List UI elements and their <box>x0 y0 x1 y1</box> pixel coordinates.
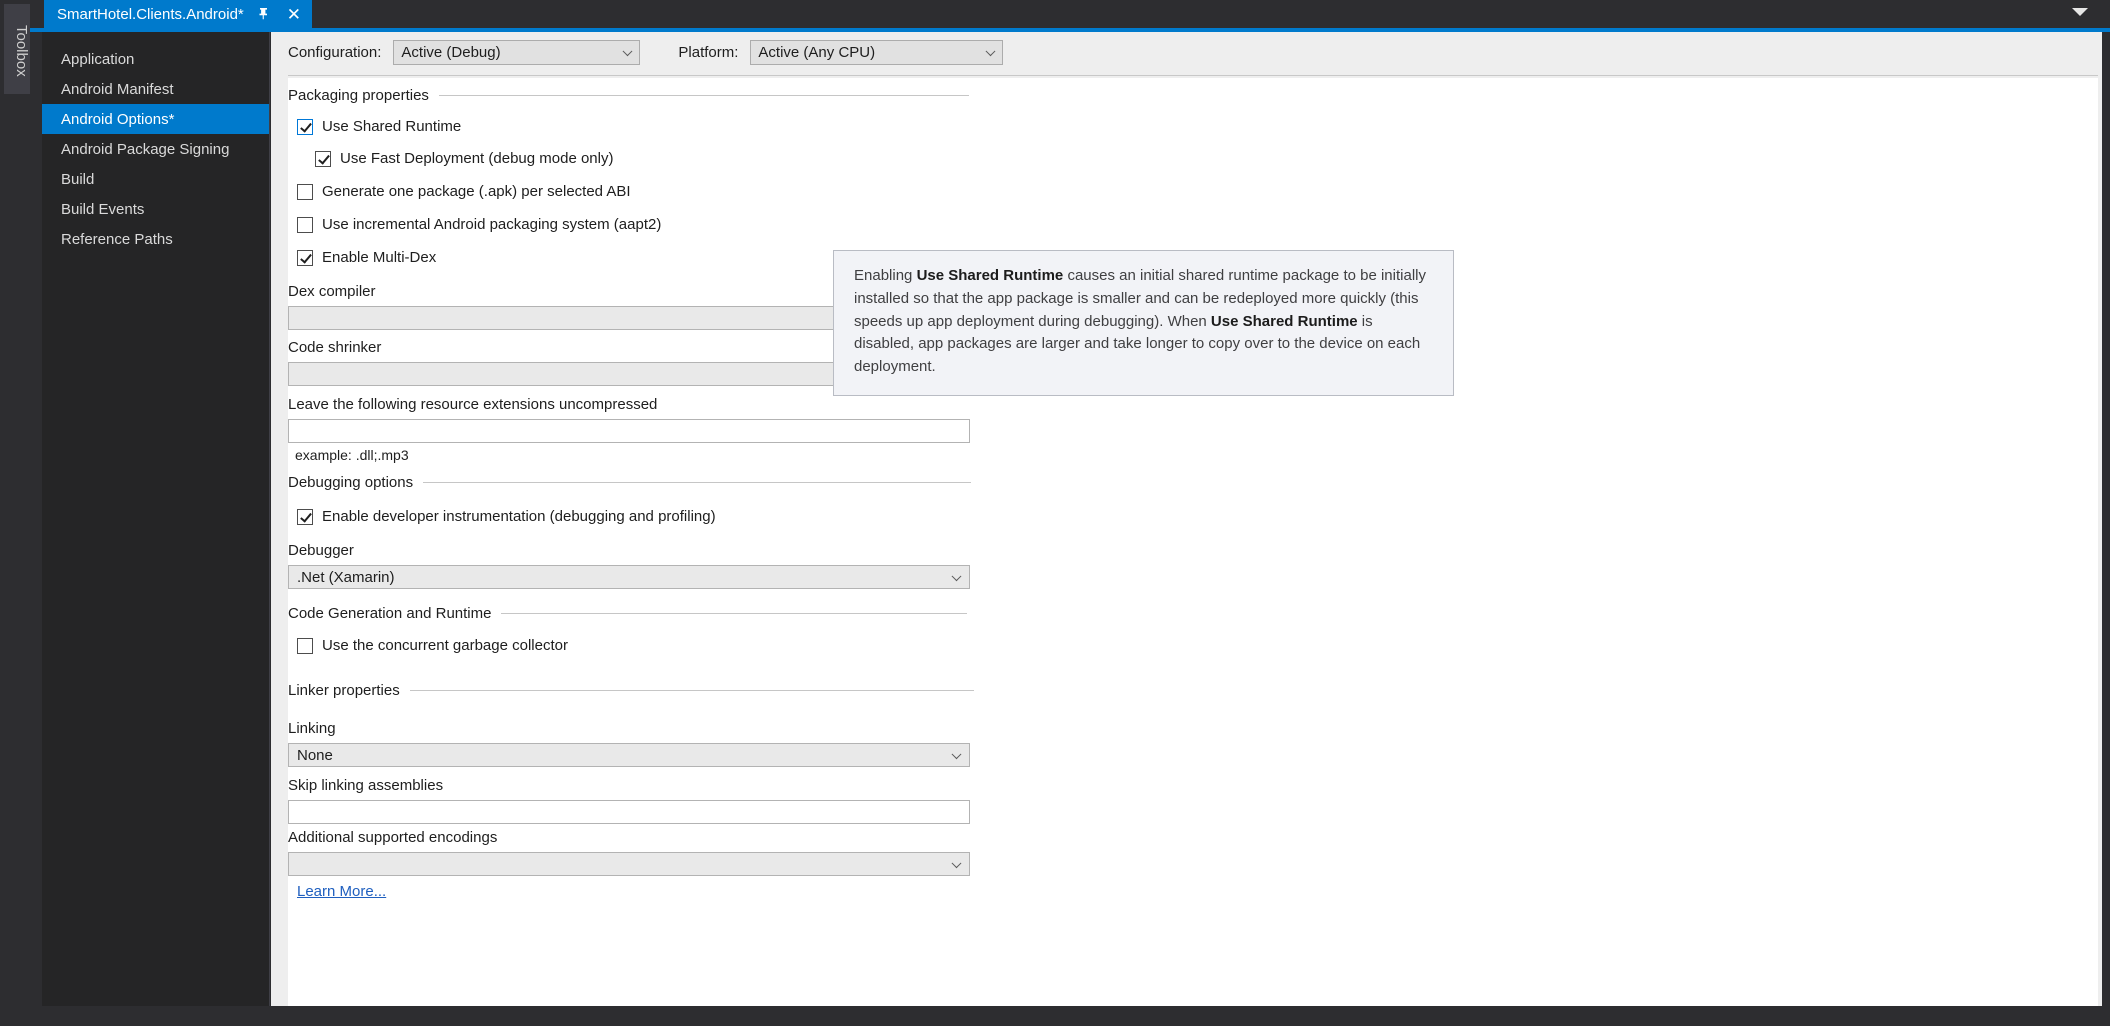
checkbox-row-concurrent-gc[interactable]: Use the concurrent garbage collector <box>297 637 568 654</box>
document-tab-title: SmartHotel.Clients.Android* <box>57 5 244 23</box>
checkbox-row-enable-developer-instrumentation[interactable]: Enable developer instrumentation (debugg… <box>297 508 716 525</box>
debugger-label: Debugger <box>288 542 354 559</box>
sidebar-item-label: Android Package Signing <box>61 140 230 158</box>
properties-content-pane: Configuration: Active (Debug) Platform: … <box>271 32 2110 1006</box>
dex-compiler-label: Dex compiler <box>288 283 376 300</box>
uncompressed-extensions-label: Leave the following resource extensions … <box>288 396 658 413</box>
linking-label: Linking <box>288 720 336 737</box>
tooltip-bold-1: Use Shared Runtime <box>916 267 1064 284</box>
group-header-linker: Linker properties <box>288 682 974 699</box>
checkbox-row-enable-multidex[interactable]: Enable Multi-Dex <box>297 249 436 266</box>
chevron-down-icon <box>622 46 633 57</box>
checkbox-label: Enable developer instrumentation (debugg… <box>322 508 716 525</box>
document-tab-android-options[interactable]: SmartHotel.Clients.Android* ✕ <box>44 0 312 28</box>
group-label: Debugging options <box>288 474 414 491</box>
sidebar-item-android-options[interactable]: Android Options* <box>42 104 269 134</box>
properties-nav-panel: Application Android Manifest Android Opt… <box>42 32 270 1006</box>
group-rule <box>501 613 968 614</box>
sidebar-item-label: Build <box>61 170 95 188</box>
group-header-packaging: Packaging properties <box>288 87 969 104</box>
platform-dropdown[interactable]: Active (Any CPU) <box>750 39 1004 65</box>
sidebar-item-application[interactable]: Application <box>42 44 269 74</box>
use-fast-deployment-checkbox[interactable] <box>315 150 331 167</box>
sidebar-item-build-events[interactable]: Build Events <box>42 194 269 224</box>
checkbox-label: Enable Multi-Dex <box>322 249 437 266</box>
debugger-value: .Net (Xamarin) <box>297 568 395 586</box>
debugger-dropdown[interactable]: .Net (Xamarin) <box>288 565 970 589</box>
document-tab-bar: SmartHotel.Clients.Android* ✕ <box>30 0 2110 28</box>
code-shrinker-label: Code shrinker <box>288 339 382 356</box>
group-header-debugging: Debugging options <box>288 474 972 491</box>
configuration-label: Configuration: <box>288 43 382 61</box>
checkbox-label: Use Shared Runtime <box>322 118 462 135</box>
pin-icon[interactable] <box>258 7 271 21</box>
group-rule <box>409 690 974 691</box>
group-label: Code Generation and Runtime <box>288 605 492 622</box>
checkbox-label: Use incremental Android packaging system… <box>322 216 662 233</box>
generate-one-package-checkbox[interactable] <box>297 183 313 200</box>
group-rule <box>438 95 969 96</box>
linking-value: None <box>297 746 333 764</box>
sidebar-item-label: Reference Paths <box>61 230 173 248</box>
chevron-down-icon <box>985 46 996 57</box>
platform-label: Platform: <box>678 43 739 61</box>
linking-dropdown[interactable]: None <box>288 743 970 767</box>
configuration-toolbar: Configuration: Active (Debug) Platform: … <box>271 32 2110 72</box>
enable-developer-instrumentation-checkbox[interactable] <box>297 508 313 525</box>
learn-more-link[interactable]: Learn More... <box>297 883 386 900</box>
tooltip-bold-2: Use Shared Runtime <box>1210 312 1358 330</box>
checkbox-label: Generate one package (.apk) per selected… <box>322 183 631 200</box>
sidebar-item-label: Android Options* <box>61 110 175 128</box>
group-label: Linker properties <box>288 682 400 699</box>
configuration-value: Active (Debug) <box>401 43 501 61</box>
tooltip-text-part1: Enabling <box>854 267 917 284</box>
group-label: Packaging properties <box>288 87 429 104</box>
toolbox-label: Toolbox <box>13 25 30 77</box>
configuration-dropdown[interactable]: Active (Debug) <box>393 39 641 65</box>
close-icon[interactable]: ✕ <box>287 6 301 23</box>
sidebar-item-label: Android Manifest <box>61 80 174 98</box>
sidebar-item-android-package-signing[interactable]: Android Package Signing <box>42 134 269 164</box>
use-shared-runtime-checkbox[interactable] <box>297 118 313 135</box>
use-shared-runtime-tooltip: Enabling Use Shared Runtime causes an in… <box>833 250 1454 396</box>
toolbar-separator <box>288 75 2098 76</box>
additional-encodings-label: Additional supported encodings <box>288 829 498 846</box>
android-options-form: Packaging properties Use Shared Runtime … <box>288 78 2098 1006</box>
concurrent-gc-checkbox[interactable] <box>297 637 313 654</box>
sidebar-item-label: Application <box>61 50 135 68</box>
platform-value: Active (Any CPU) <box>758 43 876 61</box>
chevron-down-icon[interactable] <box>2072 8 2088 16</box>
visual-studio-project-properties-window: Toolbox SmartHotel.Clients.Android* ✕ Ap… <box>0 0 2110 1026</box>
chevron-down-icon <box>951 571 962 582</box>
checkbox-row-generate-one-package[interactable]: Generate one package (.apk) per selected… <box>297 183 631 200</box>
checkbox-row-use-incremental-packaging[interactable]: Use incremental Android packaging system… <box>297 216 661 233</box>
toolbox-strip: Toolbox <box>0 0 30 1026</box>
bottom-strip <box>0 1008 2110 1026</box>
checkbox-row-use-fast-deployment[interactable]: Use Fast Deployment (debug mode only) <box>315 150 613 167</box>
skip-linking-assemblies-input[interactable] <box>288 800 970 824</box>
uncompressed-extensions-input[interactable] <box>288 419 970 443</box>
additional-encodings-dropdown[interactable] <box>288 852 970 876</box>
group-rule <box>423 482 972 483</box>
toolbox-tab[interactable]: Toolbox <box>4 4 30 94</box>
use-incremental-packaging-checkbox[interactable] <box>297 216 313 233</box>
checkbox-label: Use the concurrent garbage collector <box>322 637 568 654</box>
group-header-codegen: Code Generation and Runtime <box>288 605 968 622</box>
sidebar-item-android-manifest[interactable]: Android Manifest <box>42 74 269 104</box>
sidebar-item-build[interactable]: Build <box>42 164 269 194</box>
chevron-down-icon <box>951 749 962 760</box>
sidebar-item-reference-paths[interactable]: Reference Paths <box>42 224 269 254</box>
uncompressed-extensions-hint: example: .dll;.mp3 <box>295 447 409 463</box>
right-gutter <box>2102 32 2110 1006</box>
enable-multidex-checkbox[interactable] <box>297 249 313 266</box>
checkbox-row-use-shared-runtime[interactable]: Use Shared Runtime <box>297 118 461 135</box>
skip-linking-assemblies-label: Skip linking assemblies <box>288 777 444 794</box>
chevron-down-icon <box>951 858 962 869</box>
sidebar-item-label: Build Events <box>61 200 145 218</box>
checkbox-label: Use Fast Deployment (debug mode only) <box>340 150 614 167</box>
